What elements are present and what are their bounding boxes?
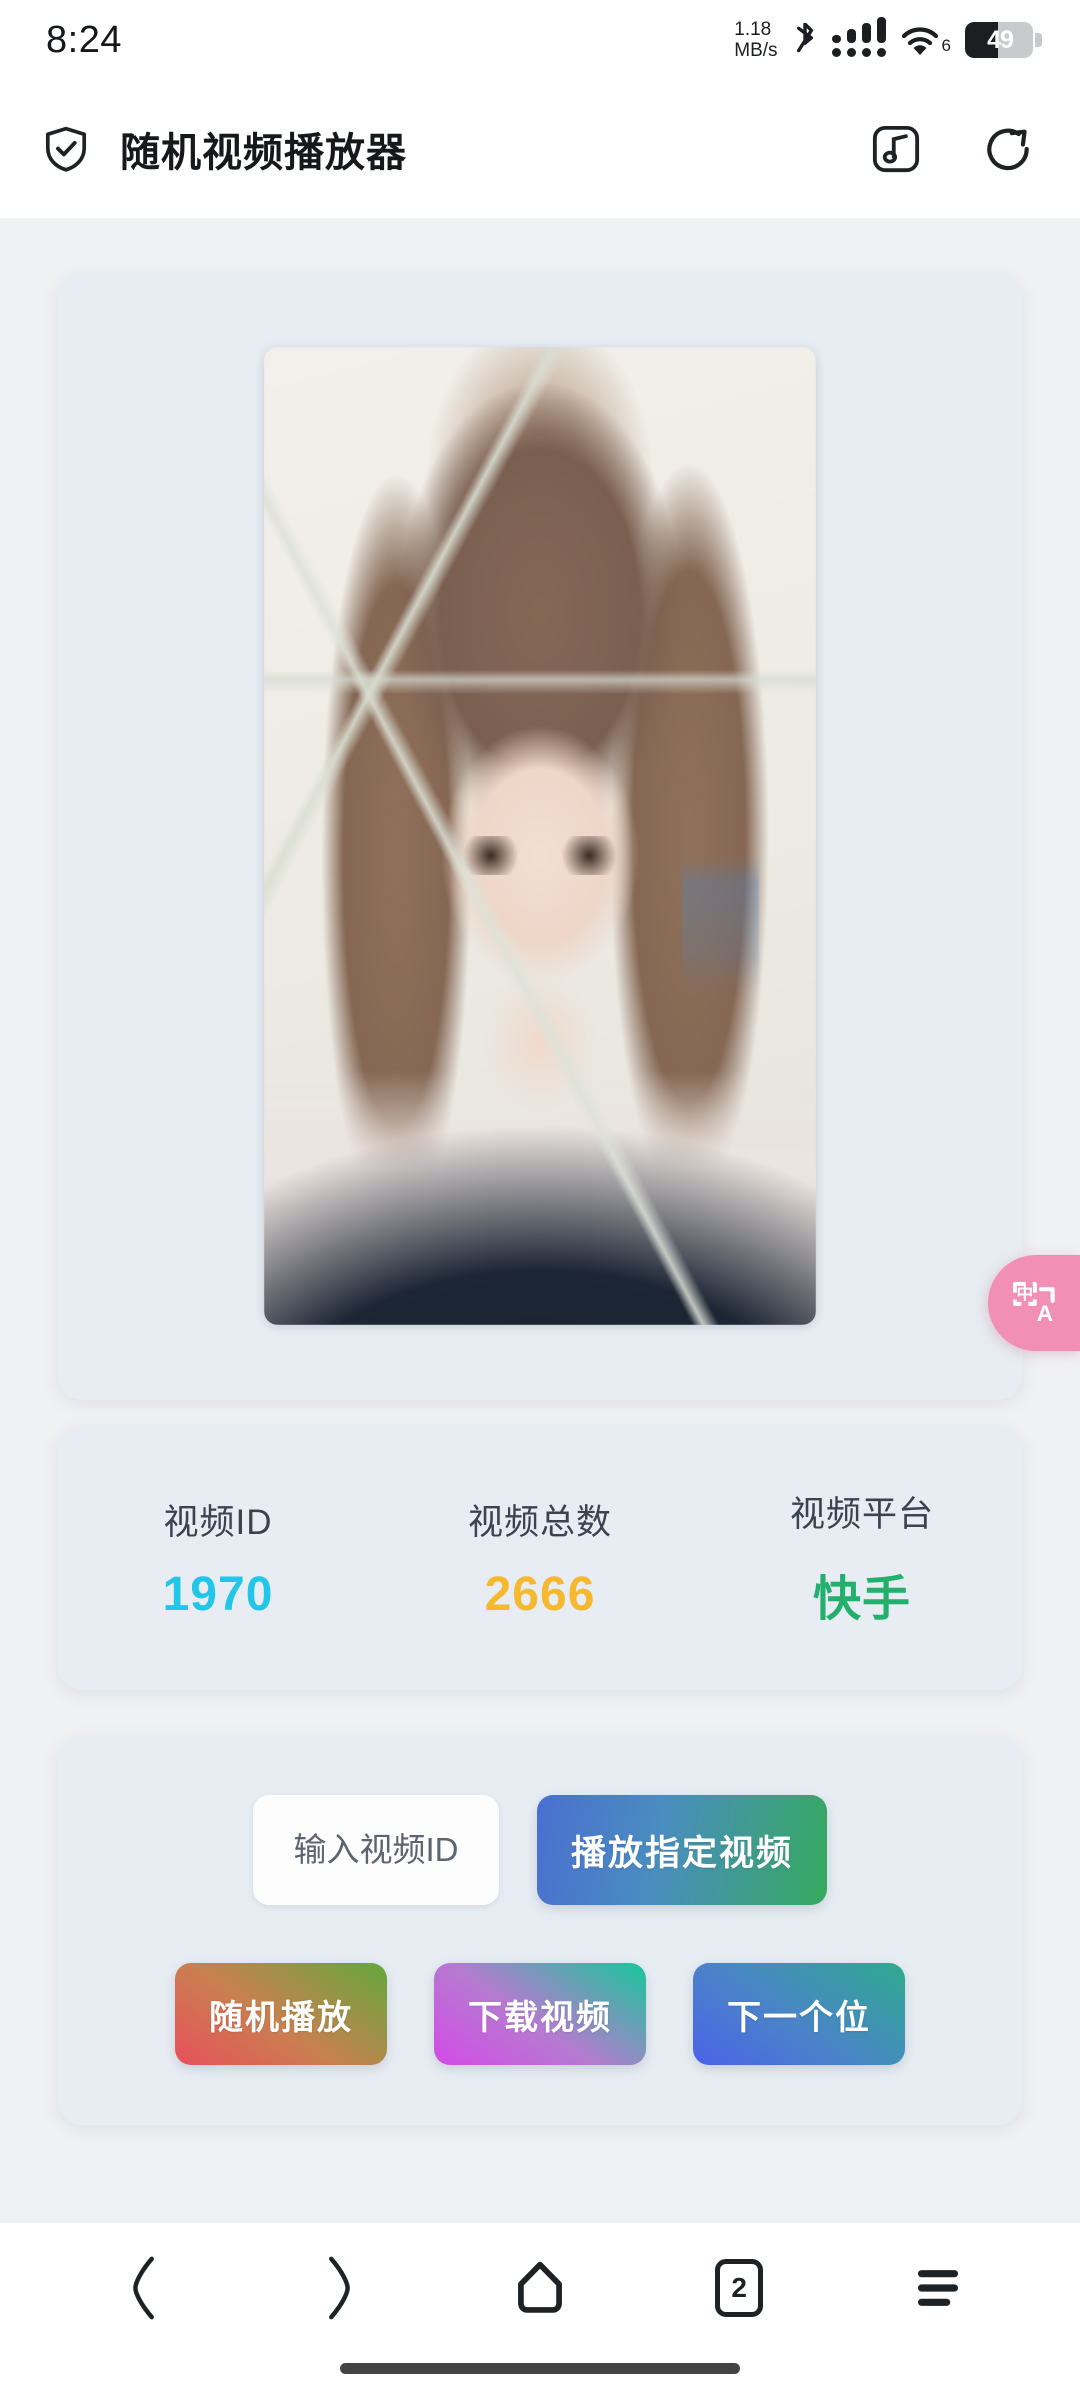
- random-play-button[interactable]: 随机播放: [175, 1963, 387, 2065]
- nav-menu-button[interactable]: [884, 2234, 992, 2342]
- status-clock: 8:24: [46, 18, 122, 61]
- stat-value: 快手: [812, 1573, 911, 1626]
- hamburger-menu-icon: [918, 2270, 959, 2306]
- app-header-left: 随机视频播放器: [40, 120, 868, 178]
- translate-icon: 中 A: [1012, 1281, 1055, 1326]
- video-id-input[interactable]: [253, 1795, 499, 1905]
- stat-label: 视频ID: [163, 1502, 273, 1542]
- app-header-actions: [868, 121, 1036, 177]
- battery-tip: [1035, 33, 1042, 47]
- status-bar: 8:24 1.18 MB/s 6 49: [0, 0, 1080, 80]
- tab-count-label: 2: [731, 2272, 747, 2303]
- next-video-button[interactable]: 下一个位: [693, 1963, 905, 2065]
- music-note-icon: [872, 125, 920, 173]
- music-note-button[interactable]: [868, 121, 924, 177]
- battery-indicator: 49: [965, 22, 1042, 58]
- phone-screen: 8:24 1.18 MB/s 6 49 随机视频播放器 中 A 视频ID 197…: [0, 0, 1080, 2400]
- video-controls-card: 播放指定视频 随机播放 下载视频 下一个位: [57, 1735, 1023, 2125]
- wifi-generation-label: 6: [941, 36, 951, 55]
- stat-label: 视频平台: [789, 1495, 934, 1534]
- tab-count-icon: 2: [715, 2259, 764, 2317]
- translate-floating-button[interactable]: 中 A: [988, 1255, 1080, 1351]
- svg-text:A: A: [1037, 1301, 1053, 1326]
- browser-navigation-bar: 2: [0, 2223, 1080, 2400]
- video-player-card: [57, 272, 1023, 1400]
- network-speed-unit: MB/s: [734, 40, 778, 61]
- stat-video-total: 视频总数 2666: [379, 1494, 701, 1622]
- battery-level-label: 49: [987, 25, 1014, 54]
- network-speed-value: 1.18: [734, 19, 772, 40]
- video-stats-card: 视频ID 1970 视频总数 2666 视频平台 快手: [57, 1425, 1023, 1690]
- nav-back-button[interactable]: [88, 2234, 196, 2342]
- status-bar-indicators: 1.18 MB/s 6 49: [734, 17, 1042, 60]
- page-title: 随机视频播放器: [120, 131, 407, 175]
- stat-label: 视频总数: [467, 1502, 612, 1542]
- wifi-indicator: 6: [900, 24, 951, 56]
- stat-video-id: 视频ID 1970: [57, 1494, 379, 1622]
- chevron-right-icon: [328, 2256, 350, 2320]
- bluetooth-icon: [796, 23, 813, 53]
- app-header: 随机视频播放器: [0, 80, 1080, 218]
- stat-value: 2666: [484, 1567, 596, 1621]
- page-content: 中 A 视频ID 1970 视频总数 2666 视频平台 快手 输入视频ID 播…: [0, 218, 1080, 2223]
- stat-value: 1970: [162, 1567, 274, 1621]
- home-pentagon-icon: [518, 2261, 562, 2313]
- nav-home-button[interactable]: [486, 2234, 594, 2342]
- play-specific-video-button[interactable]: 播放指定视频: [537, 1795, 827, 1905]
- stat-video-platform: 视频平台 快手: [701, 1486, 1023, 1629]
- play-specific-row: 播放指定视频: [57, 1795, 1023, 1905]
- action-buttons-row: 随机播放 下载视频 下一个位: [57, 1905, 1023, 2065]
- shield-check-icon: [45, 126, 87, 172]
- wifi-icon: [901, 27, 938, 55]
- refresh-button[interactable]: [980, 121, 1036, 177]
- refresh-icon: [987, 128, 1029, 171]
- signal-bars-icon: [831, 17, 886, 57]
- browser-nav-icons: 2: [0, 2223, 1080, 2353]
- network-speed-indicator: 1.18 MB/s: [734, 20, 777, 60]
- nav-tabs-button[interactable]: 2: [685, 2234, 793, 2342]
- video-frame-image-detail: [451, 836, 629, 876]
- video-player[interactable]: [264, 347, 816, 1325]
- system-gesture-bar[interactable]: [340, 2363, 740, 2374]
- chevron-left-icon: [132, 2256, 154, 2320]
- nav-forward-button[interactable]: [287, 2234, 395, 2342]
- download-video-button[interactable]: 下载视频: [434, 1963, 646, 2065]
- svg-text:中: 中: [1017, 1284, 1033, 1303]
